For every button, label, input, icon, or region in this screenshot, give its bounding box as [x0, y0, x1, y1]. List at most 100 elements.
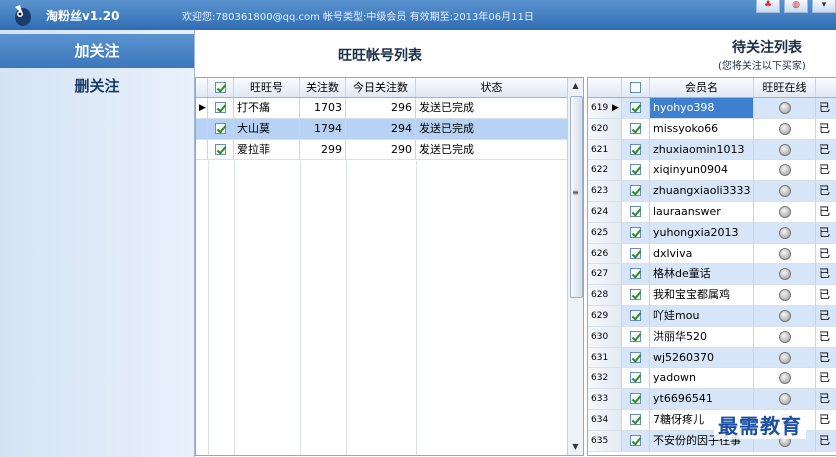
row-checkbox[interactable] — [630, 289, 641, 301]
pending-follow-grid[interactable]: 会员名 旺旺在线 619 ▶ hyohyo398 已 620 missyoko66 已 621… — [587, 77, 836, 456]
row-checkbox[interactable] — [215, 102, 226, 113]
select-all-checkbox[interactable] — [630, 82, 641, 93]
header-checkbox[interactable] — [622, 78, 650, 97]
row-number: 620 — [588, 118, 622, 140]
list-item[interactable]: 621 zhuxiaomin1013 已 — [588, 139, 836, 161]
status-cell: 已 — [816, 181, 836, 202]
row-checkbox[interactable] — [630, 414, 641, 425]
today-follows-cell: 294 — [346, 118, 416, 140]
member-name-cell: zhuangxiaoli3333 — [650, 181, 754, 202]
row-checkbox[interactable] — [630, 102, 641, 113]
column-header[interactable]: 今日关注数 — [346, 78, 416, 97]
row-number: 635 — [588, 430, 622, 452]
list-item[interactable]: 628 我和宝宝都属鸡 已 — [588, 285, 836, 306]
list-item[interactable]: 631 wj5260370 已 — [588, 347, 836, 369]
row-checkbox[interactable] — [630, 143, 641, 155]
list-item[interactable]: 624 lauraanswer 已 — [588, 202, 836, 223]
member-name-cell: yt6696541 — [650, 389, 754, 410]
left-scrollbar[interactable]: ▲ ≡ ▼ — [567, 78, 583, 455]
watermark-text: 最需教育 — [714, 410, 806, 439]
row-number: 623 — [588, 181, 622, 202]
row-number: 621 — [588, 139, 622, 161]
row-checkbox[interactable] — [630, 268, 641, 280]
column-header[interactable]: 旺旺号 — [234, 78, 300, 97]
scroll-grip-icon: ≡ — [572, 188, 579, 197]
table-row[interactable]: 爱拉菲 299 290 发送已完成 — [196, 139, 568, 161]
app-title: 淘粉丝v1.20 — [46, 9, 120, 23]
status-cell: 已 — [816, 119, 836, 140]
list-item[interactable]: 632 yadown 已 — [588, 368, 836, 390]
wangwang-online-icon — [778, 226, 791, 239]
list-item[interactable]: 630 洪丽华520 已 — [588, 326, 836, 348]
list-item[interactable]: 623 zhuangxiaoli3333 已 — [588, 181, 836, 202]
row-checkbox[interactable] — [630, 122, 641, 134]
list-item[interactable]: 625 yuhongxia2013 已 — [588, 222, 836, 244]
list-item[interactable]: 629 吖娃mou 已 — [588, 306, 836, 327]
row-number: 625 — [588, 222, 622, 244]
status-cell: 发送已完成 — [416, 98, 568, 119]
wangwang-online-icon — [778, 372, 791, 385]
list-item[interactable]: 622 xiqinyun0904 已 — [588, 160, 836, 182]
follows-cell: 299 — [300, 139, 346, 161]
row-number: 632 — [588, 368, 622, 390]
wangwang-online-icon — [778, 310, 791, 322]
list-item[interactable]: 620 missyoko66 已 — [588, 118, 836, 140]
sidebar-item-add-follow[interactable]: 加关注 — [0, 34, 194, 68]
sidebar-item-remove-follow[interactable]: 删关注 — [0, 69, 194, 103]
member-name-cell: lauraanswer — [650, 202, 754, 223]
column-header[interactable]: 旺旺在线 — [754, 78, 816, 97]
list-item[interactable]: 633 yt6696541 已 — [588, 389, 836, 410]
row-number: 622 — [588, 160, 622, 182]
status-cell: 已 — [816, 306, 836, 327]
status-cell: 发送已完成 — [416, 139, 568, 161]
wangwang-online-icon — [778, 143, 791, 156]
scroll-up-icon[interactable]: ▲ — [568, 81, 583, 90]
member-name-cell: yadown — [650, 368, 754, 390]
select-all-checkbox[interactable] — [215, 82, 226, 93]
header-checkbox[interactable] — [208, 78, 234, 97]
column-header[interactable]: 关注数 — [300, 78, 346, 97]
list-item[interactable]: 619 ▶ hyohyo398 已 — [588, 98, 836, 119]
skin-icon[interactable]: ♣ — [756, 0, 780, 13]
column-header[interactable]: 会员名 — [650, 78, 754, 97]
row-checkbox[interactable] — [630, 247, 641, 259]
scroll-thumb[interactable] — [570, 96, 583, 298]
row-checkbox[interactable] — [630, 206, 641, 217]
row-number: 631 — [588, 347, 622, 369]
status-cell: 已 — [816, 410, 836, 431]
list-item[interactable]: 627 格林de童话 已 — [588, 264, 836, 286]
row-number: 627 — [588, 264, 622, 286]
list-item[interactable]: 626 dxlviva 已 — [588, 243, 836, 265]
follows-cell: 1703 — [300, 98, 346, 119]
row-checkbox[interactable] — [630, 434, 641, 446]
settings-icon[interactable]: ◍ — [784, 0, 808, 13]
table-row[interactable]: 大山莫 1794 294 发送已完成 — [196, 118, 568, 140]
status-cell: 已 — [816, 285, 836, 306]
row-checkbox[interactable] — [215, 143, 226, 155]
row-checkbox[interactable] — [630, 372, 641, 384]
row-checkbox[interactable] — [630, 164, 641, 176]
row-checkbox[interactable] — [630, 185, 641, 197]
scroll-down-icon[interactable]: ▼ — [568, 442, 583, 451]
status-cell: 已 — [816, 389, 836, 410]
row-checkbox[interactable] — [630, 330, 641, 342]
row-checkbox[interactable] — [630, 226, 641, 238]
minimize-button[interactable]: ▾ — [812, 0, 836, 13]
row-number: 634 — [588, 410, 622, 431]
row-checkbox[interactable] — [630, 393, 641, 405]
member-name-cell: wj5260370 — [650, 347, 754, 369]
row-checkbox[interactable] — [630, 351, 641, 363]
wangwang-account-grid[interactable]: 旺旺号 关注数 今日关注数 状态 ▶ 打不痛 1703 296 发送已完成 大山莫 1794… — [195, 77, 584, 456]
member-name-cell: 我和宝宝都属鸡 — [650, 285, 754, 306]
grid-header: 旺旺号 关注数 今日关注数 状态 — [196, 78, 568, 98]
wangwang-online-icon — [778, 164, 791, 177]
sidebar: 加关注 删关注 — [0, 30, 195, 457]
account-cell: 打不痛 — [234, 98, 300, 119]
status-cell: 已 — [816, 140, 836, 161]
row-checkbox[interactable] — [630, 310, 641, 321]
status-cell: 已 — [816, 368, 836, 390]
row-checkbox[interactable] — [215, 122, 226, 134]
table-row[interactable]: ▶ 打不痛 1703 296 发送已完成 — [196, 98, 568, 119]
wangwang-online-icon — [778, 289, 791, 302]
column-header[interactable]: 状态 — [416, 78, 568, 97]
